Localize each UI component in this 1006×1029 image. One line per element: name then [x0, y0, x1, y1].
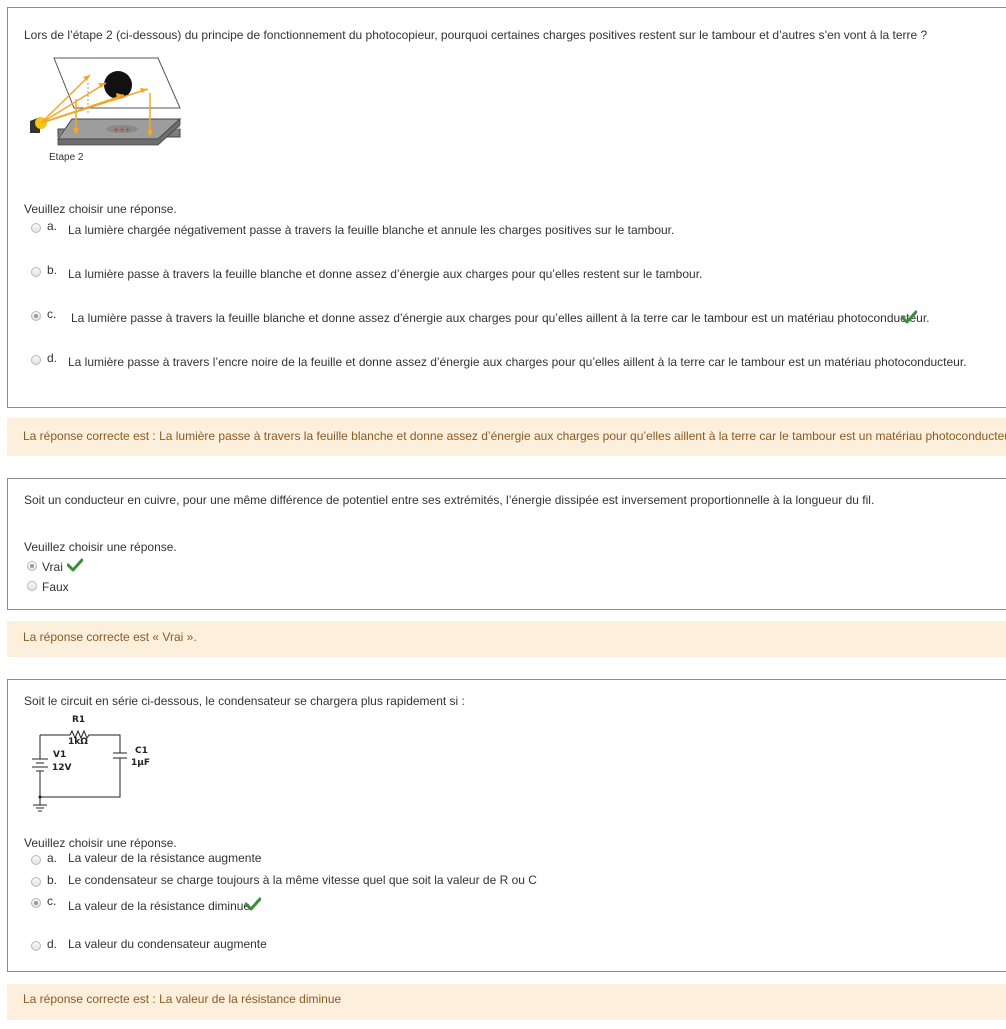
- radio-option-d[interactable]: [31, 941, 41, 951]
- charge-label: +++: [113, 126, 131, 134]
- r1-value: 1kΩ: [68, 737, 88, 747]
- option-c-letter: c.: [47, 894, 57, 908]
- option-b-text: Le condensateur se charge toujours à la …: [68, 873, 537, 887]
- question-text: Soit le circuit en série ci-dessous, le …: [24, 694, 465, 708]
- v1-value: 12V: [52, 763, 72, 773]
- option-d-letter: d.: [47, 351, 58, 365]
- v1-name: V1: [53, 750, 66, 760]
- question-text: Lors de l’étape 2 (ci-dessous) du princi…: [24, 28, 928, 42]
- option-c-text: La valeur de la résistance diminue: [68, 899, 251, 913]
- feedback-q3: La réponse correcte est : La valeur de l…: [7, 984, 1006, 1020]
- figure-caption: Etape 2: [49, 152, 84, 163]
- r1-name: R1: [72, 715, 85, 725]
- radio-option-a[interactable]: [31, 223, 41, 233]
- feedback-q1: La réponse correcte est : La lumière pas…: [7, 418, 1006, 456]
- feedback-q2: La réponse correcte est « Vrai ».: [7, 621, 1006, 657]
- option-a-text: La valeur de la résistance augmente: [68, 851, 262, 865]
- option-a-letter: a.: [47, 219, 58, 233]
- c1-name: C1: [135, 746, 148, 756]
- option-d-text: La valeur du condensateur augmente: [68, 937, 267, 951]
- radio-option-faux[interactable]: [27, 581, 37, 591]
- question-3: Soit le circuit en série ci-dessous, le …: [7, 679, 1006, 972]
- option-b-letter: b.: [47, 263, 58, 277]
- option-vrai-text: Vrai: [42, 560, 63, 574]
- question-2: Soit un conducteur en cuivre, pour une m…: [7, 478, 1006, 610]
- check-icon: [245, 897, 261, 911]
- rc-circuit-diagram: R1 1kΩ V1 12V C1 1µF: [32, 715, 150, 812]
- option-c-letter: c.: [47, 307, 57, 321]
- check-icon: [67, 558, 83, 572]
- radio-option-b[interactable]: [31, 877, 41, 887]
- option-d-letter: d.: [47, 937, 58, 951]
- option-b-text: La lumière passe à travers la feuille bl…: [68, 267, 703, 281]
- answer-prompt: Veuillez choisir une réponse.: [24, 836, 177, 850]
- c1-value: 1µF: [131, 758, 150, 768]
- radio-option-c[interactable]: [31, 311, 41, 321]
- radio-option-b[interactable]: [31, 267, 41, 277]
- option-a-letter: a.: [47, 851, 58, 865]
- question-1: Lors de l’étape 2 (ci-dessous) du princi…: [7, 7, 1006, 408]
- answer-prompt: Veuillez choisir une réponse.: [24, 202, 177, 216]
- question-text: Soit un conducteur en cuivre, pour une m…: [24, 493, 875, 507]
- photocopier-step2-figure: +++: [30, 57, 182, 146]
- radio-option-vrai[interactable]: [27, 561, 37, 571]
- radio-option-a[interactable]: [31, 855, 41, 865]
- check-icon: [901, 310, 917, 324]
- radio-option-c[interactable]: [31, 898, 41, 908]
- option-c-text: La lumière passe à travers la feuille bl…: [71, 311, 930, 325]
- radio-option-d[interactable]: [31, 355, 41, 365]
- option-a-text: La lumière chargée négativement passe à …: [68, 223, 675, 237]
- option-b-letter: b.: [47, 873, 58, 887]
- answer-prompt: Veuillez choisir une réponse.: [24, 540, 177, 554]
- option-d-text: La lumière passe à travers l’encre noire…: [68, 355, 967, 369]
- option-faux-text: Faux: [42, 580, 69, 594]
